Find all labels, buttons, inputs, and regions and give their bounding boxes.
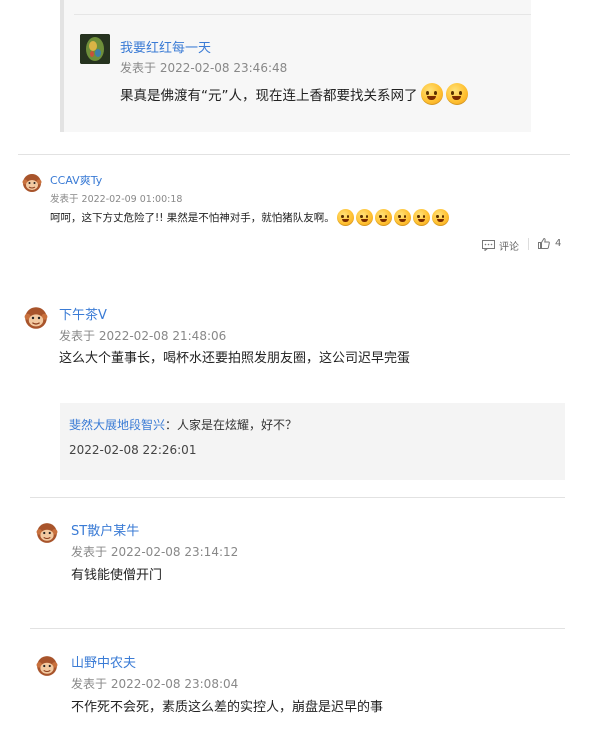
comment-label: 评论 — [499, 242, 519, 253]
comment-icon — [482, 240, 495, 251]
nested-reply-block: 我要红红每一天 发表于 2022-02-08 23:46:48 果真是佛渡有“元… — [60, 0, 531, 132]
reply-time: 2022-02-08 22:26:01 — [69, 443, 197, 457]
post-time: 发表于 2022-02-09 01:00:18 — [50, 194, 183, 205]
smile-emoji-icon — [336, 209, 354, 226]
avatar[interactable] — [80, 34, 110, 64]
reply-username[interactable]: 斐然大展地段智兴 — [69, 418, 165, 432]
reply-box: 斐然大展地段智兴：人家是在炫耀，好不？ 2022-02-08 22:26:01 — [60, 403, 565, 480]
grinning-emoji-icon — [445, 83, 468, 105]
comment-text: 不作死不会死，素质这么差的实控人，崩盘是迟早的事 — [71, 700, 384, 715]
like-button[interactable]: 4 — [538, 238, 561, 249]
divider — [18, 154, 570, 155]
post-time: 发表于 2022-02-08 23:14:12 — [71, 545, 239, 559]
comment-text: 这么大个董事长，喝杯水还要拍照发朋友圈，这公司迟早完蛋 — [59, 351, 411, 366]
avatar[interactable] — [36, 522, 58, 544]
avatar[interactable] — [22, 173, 42, 193]
comment-text: 呵呵，这下方丈危险了!! 果然是不怕神对手，就怕猪队友啊。 — [50, 212, 335, 224]
username[interactable]: ST散户某牛 — [71, 520, 139, 539]
smile-emoji-icon — [355, 209, 373, 226]
like-count: 4 — [555, 238, 562, 249]
awkward-emoji-icon — [393, 209, 411, 226]
reply-text: ：人家是在炫耀，好不？ — [165, 418, 298, 432]
thumbs-up-icon — [538, 238, 550, 249]
divider — [528, 238, 529, 250]
comment-text: 有钱能使僧开门 — [71, 568, 163, 583]
username[interactable]: 山野中农夫 — [71, 652, 136, 671]
awkward-emoji-icon — [431, 209, 449, 226]
smile-emoji-icon — [374, 209, 392, 226]
avatar[interactable] — [24, 306, 48, 330]
post-time: 发表于 2022-02-08 23:46:48 — [120, 61, 288, 75]
divider — [30, 628, 565, 629]
awkward-emoji-icon — [412, 209, 430, 226]
divider — [74, 14, 531, 15]
laughing-tears-emoji-icon — [420, 83, 443, 105]
username[interactable]: 下午茶V — [59, 304, 107, 323]
post-time: 发表于 2022-02-08 21:48:06 — [59, 329, 227, 343]
username[interactable]: 我要红红每一天 — [120, 37, 211, 56]
comment-text: 果真是佛渡有“元”人，现在连上香都要找关系网了 — [120, 88, 418, 104]
comment-button[interactable]: 评论 — [482, 238, 519, 253]
post-time: 发表于 2022-02-08 23:08:04 — [71, 677, 239, 691]
username[interactable]: CCAV爽Ty — [50, 172, 102, 188]
avatar[interactable] — [36, 655, 58, 677]
divider — [30, 497, 565, 498]
